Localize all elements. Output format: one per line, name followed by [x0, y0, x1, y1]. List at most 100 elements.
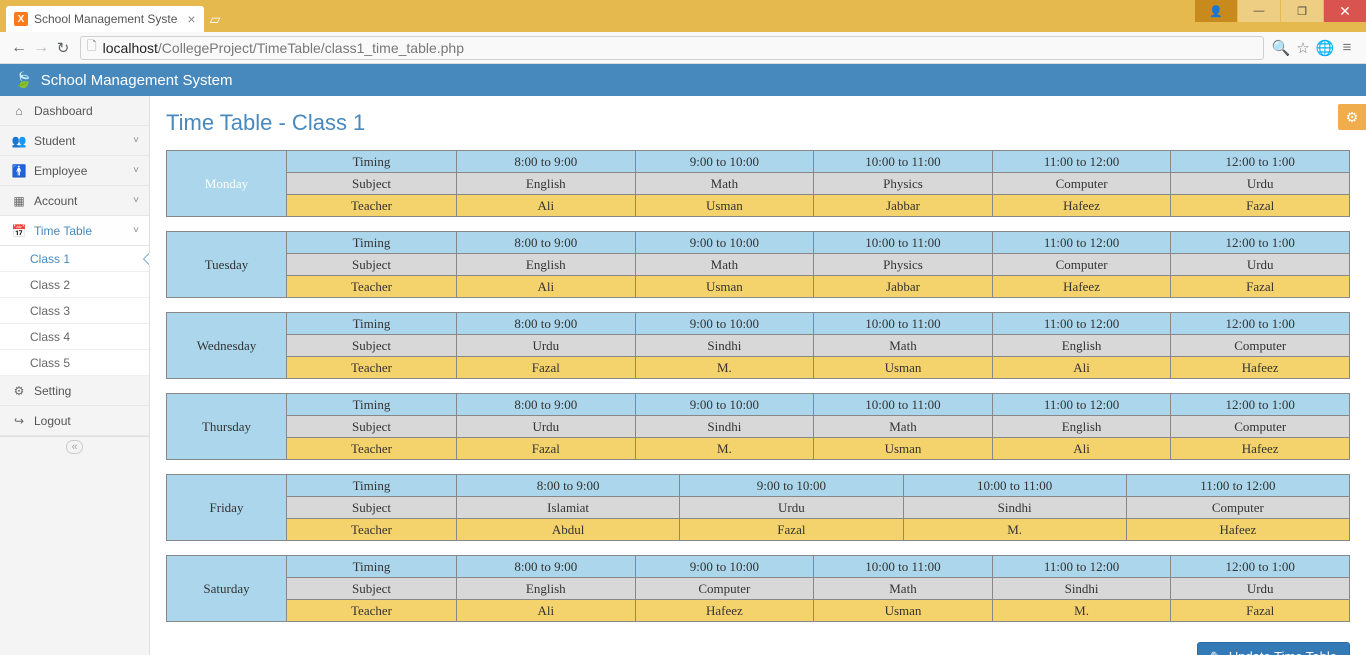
row-label: Timing: [287, 394, 457, 416]
cell: Sindhi: [903, 497, 1126, 519]
browser-tab[interactable]: X School Management Syste ×: [6, 6, 204, 32]
cell: M.: [992, 600, 1171, 622]
cell: M.: [635, 357, 814, 379]
edit-icon: ✎: [1210, 649, 1221, 655]
sidebar-item-setting[interactable]: ⚙Setting: [0, 376, 149, 406]
cell: Computer: [1171, 416, 1350, 438]
row-label: Timing: [287, 313, 457, 335]
globe-icon[interactable]: 🌐: [1314, 39, 1336, 57]
cell: Urdu: [1171, 254, 1350, 276]
sidebar-subitem-class-3[interactable]: Class 3: [0, 298, 149, 324]
file-icon: 🗋: [87, 37, 97, 58]
cell: Usman: [635, 195, 814, 217]
cell: 12:00 to 1:00: [1171, 232, 1350, 254]
sidebar-item-dashboard[interactable]: ⌂Dashboard: [0, 96, 149, 126]
day-label: Thursday: [167, 394, 287, 460]
sidebar-item-label: Setting: [34, 384, 71, 398]
sidebar-item-label: Dashboard: [34, 104, 93, 118]
cell: Sindhi: [635, 416, 814, 438]
cell: Math: [814, 335, 993, 357]
new-tab-button[interactable]: ▱: [210, 11, 221, 28]
timetable-thursday: ThursdayTiming8:00 to 9:009:00 to 10:001…: [166, 393, 1350, 460]
window-close-icon[interactable]: ✕: [1324, 0, 1366, 22]
row-label: Subject: [287, 173, 457, 195]
sidebar-item-label: Student: [34, 134, 75, 148]
cell: 9:00 to 10:00: [635, 151, 814, 173]
app-title: School Management System: [41, 72, 233, 89]
row-label: Subject: [287, 578, 457, 600]
tab-close-icon[interactable]: ×: [187, 11, 195, 27]
cell: Urdu: [680, 497, 903, 519]
cell: Sindhi: [635, 335, 814, 357]
maximize-icon[interactable]: ❐: [1281, 0, 1323, 22]
chevron-down-icon: ˅: [133, 135, 139, 146]
sidebar-item-employee[interactable]: 🚹 Employee ˅: [0, 156, 149, 186]
sidebar-item-student[interactable]: 👥Student˅: [0, 126, 149, 156]
sidebar-subitem-class-5[interactable]: Class 5: [0, 350, 149, 376]
cell: 8:00 to 9:00: [457, 394, 636, 416]
row-label: Timing: [287, 475, 457, 497]
user-icon[interactable]: 👤: [1195, 0, 1237, 22]
minimize-icon[interactable]: —: [1238, 0, 1280, 22]
day-label: Wednesday: [167, 313, 287, 379]
cell: 10:00 to 11:00: [814, 556, 993, 578]
cell: 8:00 to 9:00: [457, 313, 636, 335]
menu-icon[interactable]: ≡: [1336, 39, 1358, 56]
timetable-wednesday: WednesdayTiming8:00 to 9:009:00 to 10:00…: [166, 312, 1350, 379]
cell: M.: [903, 519, 1126, 541]
sidebar-subitem-class-4[interactable]: Class 4: [0, 324, 149, 350]
browser-tab-bar: X School Management Syste × ▱ 👤 — ❐ ✕: [0, 0, 1366, 32]
sidebar-item-logout[interactable]: ↪Logout: [0, 406, 149, 436]
cell: Sindhi: [992, 578, 1171, 600]
cell: Fazal: [1171, 195, 1350, 217]
cell: 9:00 to 10:00: [635, 232, 814, 254]
zoom-icon[interactable]: 🔍: [1270, 39, 1292, 57]
chevron-down-icon: ˅: [133, 165, 139, 176]
forward-icon[interactable]: →: [30, 39, 52, 57]
cell: Islamiat: [457, 497, 680, 519]
url-input[interactable]: 🗋 localhost /CollegeProject/TimeTable/cl…: [80, 36, 1264, 60]
back-icon[interactable]: ←: [8, 39, 30, 57]
update-button-label: Update Time Table: [1229, 649, 1337, 655]
cell: Fazal: [1171, 276, 1350, 298]
star-icon[interactable]: ☆: [1292, 39, 1314, 57]
cell: 10:00 to 11:00: [814, 394, 993, 416]
sidebar-collapse-button[interactable]: «: [0, 436, 149, 457]
cell: Urdu: [1171, 173, 1350, 195]
update-timetable-button[interactable]: ✎ Update Time Table: [1197, 642, 1350, 655]
cell: Hafeez: [1171, 438, 1350, 460]
row-label: Subject: [287, 335, 457, 357]
row-label: Teacher: [287, 357, 457, 379]
sidebar-subitem-class-1[interactable]: Class 1: [0, 246, 149, 272]
timetable-tuesday: TuesdayTiming8:00 to 9:009:00 to 10:0010…: [166, 231, 1350, 298]
cell: Ali: [992, 357, 1171, 379]
reload-icon[interactable]: ↻: [52, 39, 74, 57]
url-host: localhost: [103, 40, 158, 56]
cell: 11:00 to 12:00: [992, 232, 1171, 254]
cell: Fazal: [1171, 600, 1350, 622]
cell: M.: [635, 438, 814, 460]
gear-icon[interactable]: ⚙: [1338, 104, 1366, 130]
cell: Usman: [814, 438, 993, 460]
day-label: Tuesday: [167, 232, 287, 298]
cell: 11:00 to 12:00: [992, 313, 1171, 335]
row-label: Timing: [287, 151, 457, 173]
address-bar: ← → ↻ 🗋 localhost /CollegeProject/TimeTa…: [0, 32, 1366, 64]
sidebar-subitem-class-2[interactable]: Class 2: [0, 272, 149, 298]
cell: 9:00 to 10:00: [635, 313, 814, 335]
sidebar-item-time-table[interactable]: 📅Time Table˅: [0, 216, 149, 246]
sidebar-item-label: Employee: [34, 164, 87, 178]
calendar-icon: 📅: [10, 224, 28, 238]
cell: Ali: [457, 276, 636, 298]
sidebar-item-label: Account: [34, 194, 77, 208]
cell: Physics: [814, 173, 993, 195]
male-icon: 🚹: [10, 164, 28, 178]
cell: Hafeez: [1171, 357, 1350, 379]
cell: 10:00 to 11:00: [814, 232, 993, 254]
row-label: Teacher: [287, 600, 457, 622]
sidebar-item-account[interactable]: ▦Account˅: [0, 186, 149, 216]
cell: Urdu: [457, 416, 636, 438]
url-path: /CollegeProject/TimeTable/class1_time_ta…: [158, 40, 464, 56]
cell: Hafeez: [635, 600, 814, 622]
app-header: 🍃 School Management System: [0, 64, 1366, 96]
